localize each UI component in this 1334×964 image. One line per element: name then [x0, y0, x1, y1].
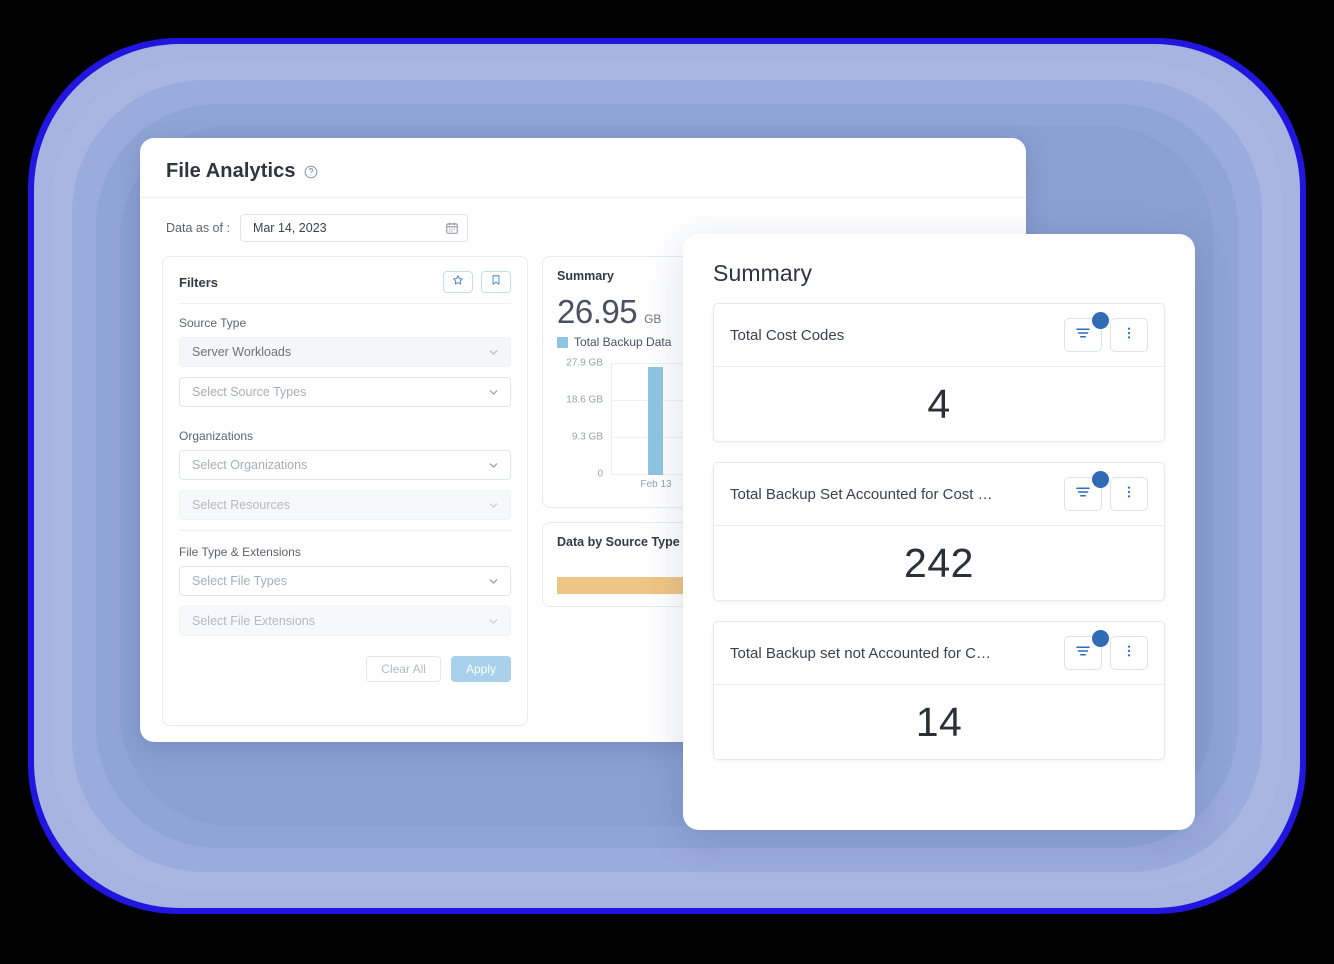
- source-type-select[interactable]: Server Workloads: [179, 337, 511, 367]
- y-tick: 0: [597, 468, 603, 480]
- chevron-down-icon: [487, 499, 500, 512]
- summary-overlay-card: Summary Total Cost Codes 4 Total Backup …: [683, 234, 1195, 830]
- kebab-menu-button[interactable]: [1110, 318, 1148, 352]
- apply-button[interactable]: Apply: [450, 656, 511, 682]
- help-circle-icon[interactable]: [304, 165, 318, 179]
- metric-card-body: 4: [714, 367, 1164, 441]
- metric-card-value: 4: [927, 380, 951, 427]
- overlay-title: Summary: [713, 260, 813, 286]
- clear-all-button[interactable]: Clear All: [366, 656, 441, 682]
- y-tick: 18.6 GB: [566, 394, 603, 406]
- date-picker[interactable]: Mar 14, 2023: [239, 214, 468, 242]
- filter-active-badge: [1092, 630, 1109, 647]
- source-type-value: Server Workloads: [192, 345, 292, 359]
- summary-kpi-unit: GB: [644, 312, 662, 326]
- filter-group-label: File Type & Extensions: [179, 545, 301, 559]
- filters-header: Filters: [179, 271, 511, 303]
- filters-section-rule: [179, 530, 511, 531]
- kebab-menu-icon: [1121, 484, 1137, 505]
- file-extensions-select[interactable]: Select File Extensions: [179, 606, 511, 636]
- chevron-down-icon: [487, 575, 500, 588]
- filters-panel: Filters Source Type Server Workloads Sel…: [162, 256, 528, 726]
- chevron-down-icon: [487, 459, 500, 472]
- filter-group-label: Organizations: [179, 429, 254, 443]
- metric-card-label: Total Cost Codes: [730, 326, 845, 344]
- filter-group-organizations: Organizations Select Organizations Selec…: [179, 417, 511, 520]
- bookmark-icon: [490, 273, 502, 291]
- favorite-button[interactable]: [443, 271, 473, 293]
- chevron-down-icon: [487, 346, 500, 359]
- resources-select[interactable]: Select Resources: [179, 490, 511, 520]
- metric-card-value: 242: [904, 539, 974, 586]
- star-icon: [452, 273, 464, 291]
- filter-sort-button[interactable]: [1064, 312, 1109, 352]
- metric-card-actions: [1064, 312, 1148, 352]
- metric-card-body: 14: [714, 685, 1164, 759]
- metric-card-label: Total Backup set not Accounted for C…: [730, 644, 991, 662]
- metric-card-header: Total Backup Set Accounted for Cost …: [714, 463, 1164, 526]
- y-axis: 27.9 GB 18.6 GB 9.3 GB 0: [557, 358, 609, 480]
- metric-card: Total Backup Set Accounted for Cost … 24…: [713, 462, 1165, 601]
- filter-group-file-types: File Type & Extensions Select File Types…: [179, 533, 511, 636]
- filters-actions: [443, 271, 511, 293]
- x-tick: Feb 13: [640, 479, 672, 490]
- filter-sort-button[interactable]: [1064, 630, 1109, 670]
- filter-group-source-type: Source Type Server Workloads Select Sour…: [179, 304, 511, 407]
- filters-footer: Clear All Apply: [179, 646, 511, 698]
- kebab-menu-icon: [1121, 643, 1137, 664]
- chevron-down-icon: [487, 615, 500, 628]
- file-types-placeholder: Select File Types: [192, 574, 287, 588]
- calendar-icon[interactable]: [445, 221, 459, 235]
- metric-card-body: 242: [714, 526, 1164, 600]
- kebab-menu-button[interactable]: [1110, 636, 1148, 670]
- page-title: File Analytics: [166, 160, 296, 182]
- organizations-placeholder: Select Organizations: [192, 458, 308, 472]
- filter-sort-icon: [1074, 324, 1092, 347]
- summary-legend-label: Total Backup Data: [574, 335, 672, 349]
- file-extensions-placeholder: Select File Extensions: [192, 614, 315, 628]
- bar-feb-13[interactable]: [648, 367, 663, 475]
- y-tick: 9.3 GB: [571, 431, 603, 443]
- chevron-down-icon: [487, 386, 500, 399]
- filter-active-badge: [1092, 312, 1109, 329]
- file-types-select[interactable]: Select File Types: [179, 566, 511, 596]
- metric-card: Total Cost Codes 4: [713, 303, 1165, 442]
- filter-sort-icon: [1074, 642, 1092, 665]
- metric-card-actions: [1064, 630, 1148, 670]
- metric-card: Total Backup set not Accounted for C… 14: [713, 621, 1165, 760]
- bookmark-button[interactable]: [481, 271, 511, 293]
- filter-sort-button[interactable]: [1064, 471, 1109, 511]
- summary-kpi-value: 26.95: [557, 293, 638, 330]
- resources-placeholder: Select Resources: [192, 498, 290, 512]
- date-label: Data as of :: [166, 221, 230, 235]
- window-header: File Analytics: [140, 138, 1026, 183]
- source-types-placeholder: Select Source Types: [192, 385, 307, 399]
- kebab-menu-icon: [1121, 325, 1137, 346]
- metric-card-actions: [1064, 471, 1148, 511]
- screenshot-stage: File Analytics Data as of : Mar 14, 2023: [0, 0, 1334, 964]
- organizations-select[interactable]: Select Organizations: [179, 450, 511, 480]
- date-value: Mar 14, 2023: [252, 221, 327, 235]
- metric-card-label: Total Backup Set Accounted for Cost …: [730, 485, 993, 503]
- metric-card-header: Total Cost Codes: [714, 304, 1164, 367]
- filter-active-badge: [1092, 471, 1109, 488]
- metric-card-header: Total Backup set not Accounted for C…: [714, 622, 1164, 685]
- legend-swatch-icon: [557, 336, 568, 348]
- filter-sort-icon: [1074, 483, 1092, 506]
- source-types-select[interactable]: Select Source Types: [179, 377, 511, 407]
- kebab-menu-button[interactable]: [1110, 477, 1148, 511]
- filter-group-label: Source Type: [179, 316, 247, 330]
- y-tick: 27.9 GB: [566, 357, 603, 369]
- metric-card-value: 14: [915, 698, 963, 745]
- filters-title: Filters: [179, 274, 219, 290]
